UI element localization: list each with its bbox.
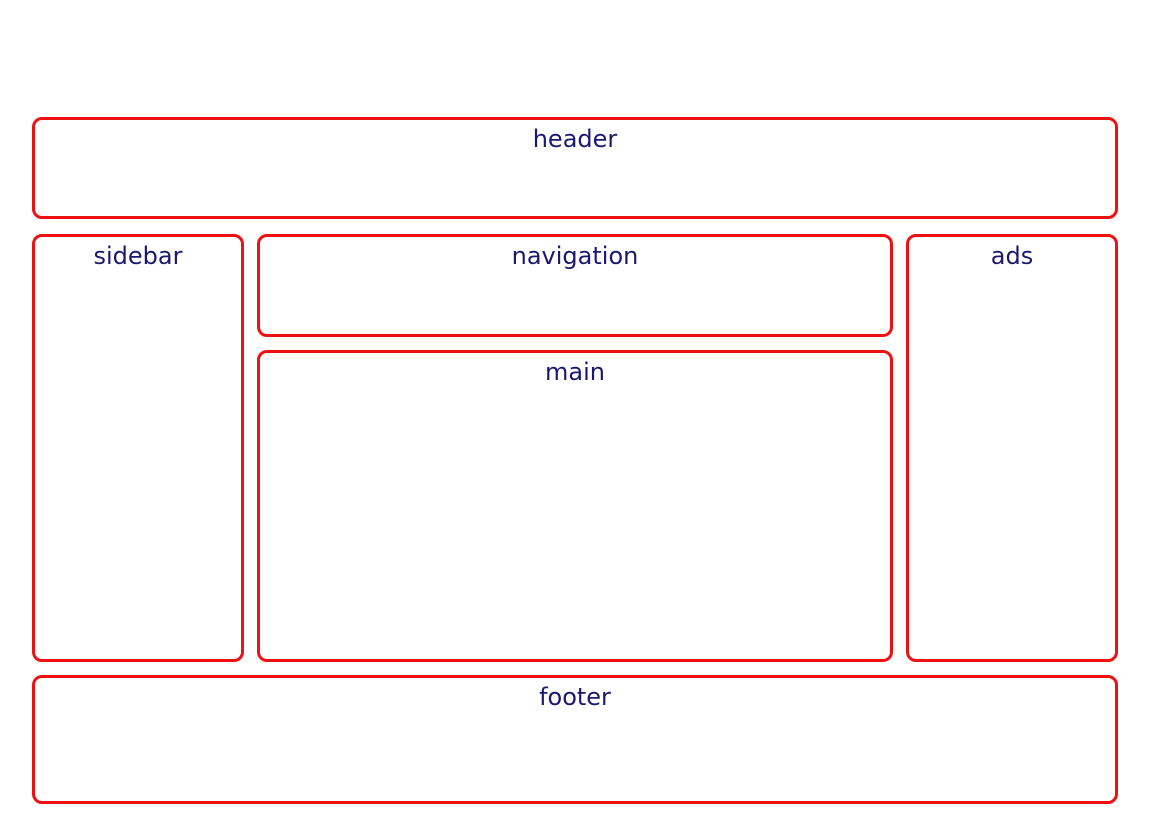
sidebar-label: sidebar bbox=[93, 242, 183, 270]
footer-label: footer bbox=[539, 683, 611, 711]
main-label: main bbox=[545, 358, 605, 386]
navigation-region: navigation bbox=[257, 234, 893, 337]
navigation-label: navigation bbox=[511, 242, 639, 270]
header-label: header bbox=[532, 125, 618, 153]
main-region: main bbox=[257, 350, 893, 662]
ads-label: ads bbox=[990, 242, 1034, 270]
header-region: header bbox=[32, 117, 1118, 219]
sidebar-region: sidebar bbox=[32, 234, 244, 662]
footer-region: footer bbox=[32, 675, 1118, 804]
ads-region: ads bbox=[906, 234, 1118, 662]
